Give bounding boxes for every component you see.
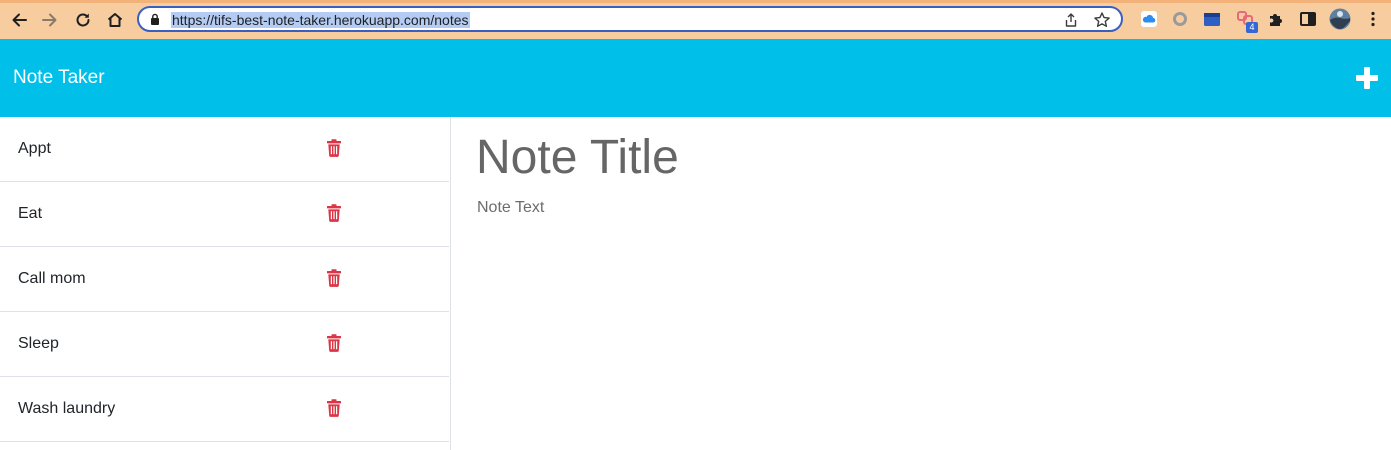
bookmark-star-icon[interactable] (1093, 11, 1111, 29)
profile-avatar-icon[interactable] (1329, 8, 1351, 30)
list-item[interactable]: Call mom (0, 247, 449, 312)
plus-icon[interactable] (1354, 65, 1380, 91)
list-item[interactable]: Sleep (0, 312, 449, 377)
forward-button[interactable] (39, 9, 61, 31)
note-list-title: Wash laundry (18, 400, 116, 417)
trash-icon[interactable] (326, 269, 342, 287)
reload-button[interactable] (72, 9, 94, 31)
extension-count-badge: 4 (1246, 22, 1258, 33)
brand-title[interactable]: Note Taker (13, 67, 105, 89)
reload-icon (76, 13, 90, 27)
note-list-title: Eat (18, 205, 43, 222)
back-button[interactable] (8, 9, 30, 31)
address-bar[interactable]: https://tifs-best-note-taker.herokuapp.c… (137, 6, 1123, 32)
home-icon (107, 13, 123, 27)
circle-extension-icon[interactable] (1171, 10, 1189, 28)
box-extension-icon[interactable] (1203, 10, 1221, 28)
trash-icon[interactable] (326, 334, 342, 352)
url-text[interactable]: https://tifs-best-note-taker.herokuapp.c… (171, 12, 470, 28)
note-text-area[interactable]: Note Text (477, 199, 1357, 217)
cloud-extension-icon[interactable] (1140, 10, 1158, 28)
note-title-input[interactable]: Note Title (476, 130, 1356, 188)
note-list-title: Appt (18, 140, 51, 157)
arrow-left-icon (12, 13, 27, 27)
trash-icon[interactable] (326, 204, 342, 222)
list-item[interactable]: Eat (0, 182, 449, 247)
list-item[interactable]: Appt (0, 117, 449, 182)
side-panel-icon[interactable] (1299, 10, 1317, 28)
share-icon[interactable] (1063, 12, 1079, 28)
trash-icon[interactable] (326, 139, 342, 157)
note-list: Appt Eat Call mom Sleep Wash laundry (0, 117, 451, 450)
note-list-title: Sleep (18, 335, 59, 352)
note-list-title: Call mom (18, 270, 86, 287)
puzzle-icon[interactable] (1267, 10, 1285, 28)
list-item[interactable]: Wash laundry (0, 377, 449, 442)
arrow-right-icon (42, 13, 57, 27)
browser-toolbar: https://tifs-best-note-taker.herokuapp.c… (0, 0, 1391, 39)
home-button[interactable] (104, 9, 126, 31)
menu-kebab-icon[interactable] (1364, 10, 1382, 28)
tab-strip (0, 0, 1391, 3)
trash-icon[interactable] (326, 399, 342, 417)
app-navbar: Note Taker (0, 39, 1391, 117)
lock-icon (151, 13, 159, 25)
